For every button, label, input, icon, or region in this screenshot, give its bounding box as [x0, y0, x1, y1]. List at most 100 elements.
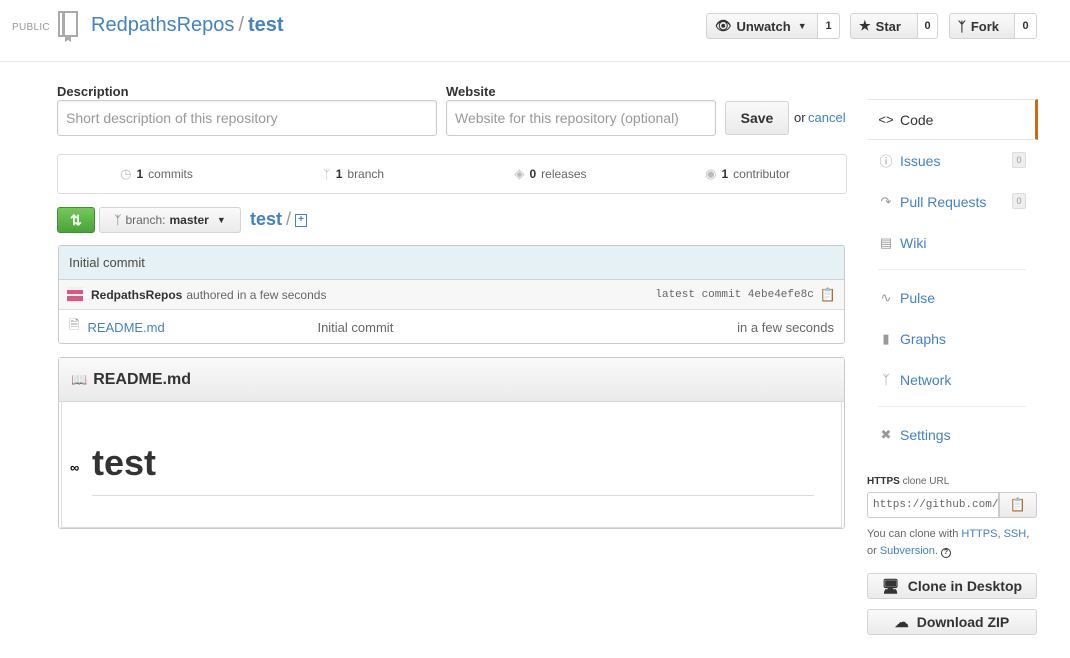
compare-button[interactable]: ⇅	[57, 207, 95, 233]
header-divider	[0, 61, 1070, 62]
link-icon[interactable]: ∞	[70, 460, 79, 475]
desktop-icon: 🖥	[881, 577, 900, 594]
compare-icon: ⇅	[70, 211, 82, 228]
file-commit-message[interactable]: Initial commit	[317, 320, 393, 335]
commits-count: 1	[136, 167, 144, 181]
title-separator: /	[238, 14, 244, 36]
nav-pulse[interactable]: ∿ Pulse	[868, 277, 1038, 318]
file-age: in a few seconds	[737, 319, 834, 335]
branch-icon: ᛉ	[322, 166, 331, 182]
cloud-download-icon: ☁	[894, 613, 909, 630]
branch-prefix: branch:	[125, 213, 166, 227]
nav-pulse-label: Pulse	[900, 289, 936, 306]
breadcrumb-separator: /	[286, 209, 292, 229]
description-input[interactable]: Short description of this repository	[57, 100, 437, 136]
nav-pull-requests[interactable]: ↷ Pull Requests 0	[868, 181, 1038, 222]
repo-summary: ◷ 1 commits ᛉ 1 branch ◈ 0 releases ◉ 1 …	[57, 154, 847, 194]
help-icon[interactable]: ?	[941, 548, 952, 558]
clipboard-icon[interactable]: 📋	[999, 492, 1037, 518]
watch-count[interactable]: 1	[818, 13, 840, 39]
pull-request-icon: ↷	[880, 193, 892, 209]
nav-code[interactable]: <> Code	[868, 99, 1038, 140]
table-row: 🗎 README.md Initial commit in a few seco…	[59, 310, 844, 343]
owner-link[interactable]: RedpathsRepos	[91, 14, 234, 36]
nav-settings[interactable]: ✖ Settings	[868, 414, 1038, 455]
organization-icon: ◉	[705, 166, 717, 181]
releases-label: releases	[541, 167, 587, 181]
branch-label: branch	[347, 167, 385, 181]
description-label: Description	[57, 84, 129, 99]
tag-icon: ◈	[514, 166, 525, 181]
branch-count: 1	[335, 167, 343, 181]
download-zip-label: Download ZIP	[916, 614, 1010, 630]
nav-code-label: Code	[900, 111, 934, 128]
graph-icon: ▮	[882, 330, 890, 346]
clone-desktop-label: Clone in Desktop	[907, 578, 1023, 594]
repo-link[interactable]: test	[248, 14, 284, 36]
clone-url-input[interactable]: https://github.com/RedpathsRepos/test.gi…	[867, 492, 999, 518]
nav-network[interactable]: ᛉ Network	[868, 359, 1038, 400]
releases-stat[interactable]: ◈ 0 releases	[452, 155, 649, 193]
visibility-label: PUBLIC	[12, 22, 50, 33]
nav-pulls-label: Pull Requests	[900, 193, 987, 210]
ssh-link[interactable]: SSH	[1004, 528, 1027, 540]
nav-graphs[interactable]: ▮ Graphs	[868, 318, 1038, 359]
https-link[interactable]: HTTPS	[961, 528, 997, 540]
branch-selector[interactable]: ᛉ branch: master ▼	[99, 207, 241, 233]
breadcrumb: test / +	[250, 209, 308, 230]
chevron-down-icon: ▼	[216, 215, 226, 225]
branch-stat[interactable]: ᛉ 1 branch	[255, 155, 452, 193]
book-icon: 📖	[71, 371, 88, 387]
commit-meta: RedpathsRepos authored in a few seconds …	[59, 280, 844, 310]
unwatch-button[interactable]: 👁 Unwatch ▼	[706, 13, 818, 39]
readme-panel: 📖 README.md ∞ test	[58, 357, 845, 529]
readme-header: 📖 README.md	[59, 358, 844, 402]
star-count[interactable]: 0	[918, 13, 938, 39]
breadcrumb-repo-link[interactable]: test	[250, 209, 282, 229]
website-label: Website	[446, 84, 496, 99]
clone-help-prefix: You can clone with	[867, 528, 959, 540]
nav-issues-label: Issues	[900, 152, 941, 169]
cancel-link[interactable]: cancel	[808, 110, 846, 125]
commit-time: authored in a few seconds	[186, 287, 327, 302]
issue-icon: ⓘ	[879, 154, 893, 169]
file-icon: 🗎	[69, 317, 80, 332]
avatar[interactable]	[67, 286, 83, 303]
star-button[interactable]: ★ Star	[850, 13, 918, 39]
download-zip-button[interactable]: ☁ Download ZIP	[867, 609, 1037, 635]
clipboard-icon[interactable]: 📋	[820, 287, 836, 303]
readme-title: README.md	[93, 370, 191, 388]
subversion-link[interactable]: Subversion	[880, 545, 935, 557]
commit-title[interactable]: Initial commit	[59, 246, 844, 280]
repo-nav: <> Code ⓘ Issues 0 ↷ Pull Requests 0 ▤ W…	[868, 99, 1038, 455]
nav-issues[interactable]: ⓘ Issues 0	[868, 140, 1038, 181]
nav-wiki-label: Wiki	[900, 234, 927, 251]
contributor-label: contributor	[733, 167, 790, 181]
fork-count[interactable]: 0	[1015, 13, 1037, 39]
readme-heading: test	[92, 442, 157, 483]
commit-sha[interactable]: latest commit 4ebe4efe8c	[655, 289, 813, 301]
file-name-link[interactable]: README.md	[87, 320, 317, 335]
book-icon: ▤	[879, 234, 893, 250]
contributor-stat[interactable]: ◉ 1 contributor	[649, 155, 846, 193]
nav-divider	[878, 269, 1026, 270]
fork-button[interactable]: ᛉ Fork	[949, 13, 1015, 39]
website-input[interactable]: Website for this repository (optional)	[446, 100, 716, 136]
branch-icon: ᛉ	[114, 213, 122, 227]
commits-label: commits	[148, 167, 193, 181]
pulse-icon: ∿	[880, 289, 892, 305]
branch-name: master	[169, 213, 209, 227]
file-browser: Initial commit RedpathsRepos authored in…	[58, 245, 845, 344]
heading-rule	[92, 495, 814, 496]
clone-desktop-button[interactable]: 🖥 Clone in Desktop	[867, 573, 1037, 599]
new-file-icon[interactable]: +	[295, 213, 308, 227]
nav-graphs-label: Graphs	[900, 330, 946, 347]
clone-protocol: HTTPS	[867, 476, 900, 487]
pulls-count: 0	[1012, 193, 1026, 209]
star-icon: ★	[859, 18, 871, 33]
commit-author[interactable]: RedpathsRepos	[91, 288, 182, 302]
commits-stat[interactable]: ◷ 1 commits	[58, 155, 255, 193]
nav-wiki[interactable]: ▤ Wiki	[868, 222, 1038, 263]
save-button[interactable]: Save	[725, 101, 789, 135]
star-label: Star	[875, 18, 901, 34]
